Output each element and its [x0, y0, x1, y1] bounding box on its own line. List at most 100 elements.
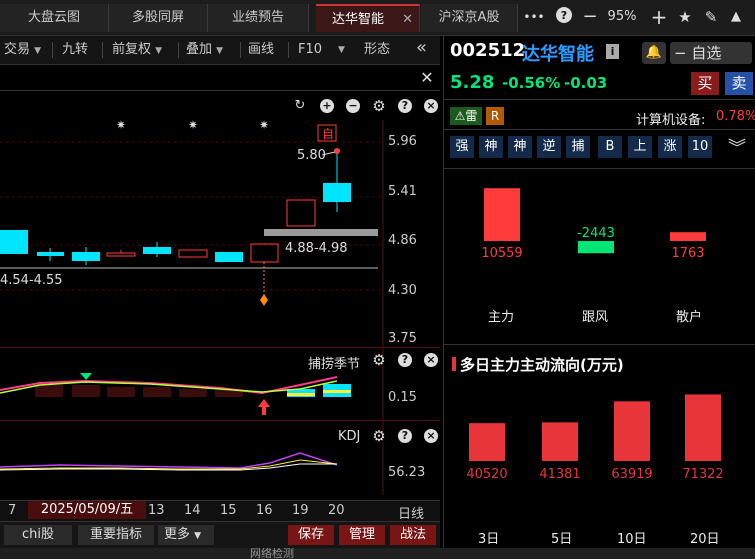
multi-day-bar [469, 423, 505, 461]
close-icon[interactable]: ✕ [402, 6, 413, 34]
warning-icon: ⚠ [454, 109, 466, 123]
expand-icon[interactable]: ▲ [725, 6, 747, 28]
tab-dahua[interactable]: 达华智能 ✕ [316, 4, 420, 32]
multi-day-bar [685, 394, 721, 461]
price-axis-label: 5.96 [388, 134, 417, 149]
flow-category-label: 散户 [676, 310, 703, 325]
help-icon[interactable]: ? [398, 353, 412, 367]
quick-button[interactable]: 神 [508, 136, 532, 158]
collapse-left-icon[interactable]: « [416, 38, 427, 58]
more-icon[interactable]: ••• [523, 6, 545, 28]
period-selector[interactable]: 日线 [398, 503, 424, 522]
tab-bar: 大盘云图 多股同屏 业绩预告 达华智能 ✕ 沪深京A股 ••• ? − 95% … [0, 0, 755, 36]
flow-category-label: 主力 [488, 310, 515, 325]
thunder-label: 雷 [465, 109, 478, 123]
flow-bar [484, 188, 520, 241]
trade-button[interactable]: 交易 ▼ [4, 40, 41, 60]
minus-icon[interactable]: − [579, 6, 601, 28]
price-axis-label: 4.86 [388, 233, 417, 248]
tab-multi-stock[interactable]: 多股同屏 [109, 4, 208, 32]
high-price-annotation: 5.80 [297, 148, 326, 163]
question-circle-icon: ? [556, 7, 572, 23]
indicator2-svg [0, 452, 338, 471]
expand-down-icon[interactable]: ︾ [728, 134, 746, 160]
multi-day-bar [542, 422, 578, 461]
help-icon[interactable]: ? [398, 429, 412, 443]
pencil-icon[interactable]: ✎ [700, 6, 722, 28]
overlay-button[interactable]: 叠加 ▼ [186, 40, 223, 60]
date-label: 15 [220, 503, 237, 518]
thunder-badge[interactable]: ⚠雷 [450, 107, 482, 125]
date-label: 19 [292, 503, 309, 518]
price-axis-label: 5.41 [388, 184, 417, 199]
close-icon[interactable]: × [424, 429, 438, 443]
sell-button[interactable]: 卖 [725, 72, 753, 95]
info-icon[interactable]: i [606, 44, 619, 59]
flow-value-label: 10559 [481, 246, 522, 261]
quick-button-row: 强 神 神 逆 捕 B 上 涨 10 ︾ [444, 134, 755, 164]
change-percent: -0.56% [502, 74, 561, 92]
f10-button[interactable]: F10 [298, 40, 322, 60]
star-icon[interactable]: ★ [674, 6, 696, 28]
quick-button[interactable]: 捕 [566, 136, 590, 158]
tactic-button[interactable]: 战法 [390, 525, 436, 545]
network-check[interactable]: 网络检测 [250, 548, 294, 559]
sector-name[interactable]: 计算机设备: [636, 109, 705, 128]
r-badge[interactable]: R [486, 107, 504, 125]
quick-button[interactable]: B [598, 136, 622, 158]
tab-a-shares[interactable]: 沪深京A股 [421, 4, 518, 32]
minus-icon: − [674, 44, 687, 62]
tab-label: 业绩预告 [231, 10, 284, 25]
quick-button[interactable]: 强 [450, 136, 474, 158]
more-button[interactable]: 更多 ▼ [158, 525, 214, 545]
gear-icon[interactable]: ⚙ [372, 429, 386, 444]
save-button[interactable]: 保存 [288, 525, 334, 545]
multi-day-category-label: 5日 [551, 532, 573, 547]
pattern-button[interactable]: 形态 [364, 40, 390, 60]
more-label: 更多 [164, 527, 191, 542]
tab-market-cloud[interactable]: 大盘云图 [0, 4, 109, 32]
draw-line-button[interactable]: 画线 [248, 40, 274, 60]
chi-stock-button[interactable]: chi股 [4, 525, 72, 545]
nine-turn-button[interactable]: 九转 [62, 40, 88, 60]
manage-button[interactable]: 管理 [339, 525, 385, 545]
quick-button[interactable]: 上 [628, 136, 652, 158]
quick-button[interactable]: 10 [688, 136, 712, 158]
multi-day-category-label: 10日 [617, 532, 647, 547]
chevron-down-icon: ▼ [194, 531, 202, 541]
kline-chart-area[interactable]: ✕ ↻ + − ⚙ ? × ✷ ✷ ✷ 自 5.80 4.88-4.98 4.5… [0, 65, 440, 500]
key-indicators-button[interactable]: 重要指标 [78, 525, 154, 545]
stock-info-panel: 002512 达华智能 i 🔔 − 自选 5.28 -0.56% -0.03 买… [443, 36, 755, 548]
chevron-down-icon[interactable]: ▼ [338, 40, 345, 60]
indicator2-name[interactable]: KDJ [338, 429, 360, 444]
date-axis: 7 2025/05/09/五 13 14 15 16 19 20 日线 [0, 500, 440, 522]
stock-code: 002512 [450, 40, 526, 61]
help-icon[interactable]: ? [553, 6, 575, 28]
add-self-select-button[interactable]: − 自选 [670, 42, 752, 64]
stock-name: 达华智能 [522, 44, 594, 65]
plus-icon[interactable]: + [648, 6, 670, 28]
multi-day-value-label: 40520 [466, 467, 507, 482]
zoom-level[interactable]: 95% [603, 6, 641, 28]
event-star-icon: ✷ [188, 118, 198, 132]
chevron-down-icon: ▼ [155, 46, 163, 56]
quick-button[interactable]: 涨 [658, 136, 682, 158]
sector-change: 0.78% [716, 109, 755, 124]
quick-button[interactable]: 神 [479, 136, 503, 158]
current-price: 5.28 [450, 72, 495, 93]
bell-icon[interactable]: 🔔 [642, 42, 666, 64]
tab-earnings-forecast[interactable]: 业绩预告 [208, 4, 309, 32]
flow-bar [670, 232, 706, 241]
flow-value-label: 1763 [671, 246, 704, 261]
flow-bar [578, 241, 614, 254]
quick-button[interactable]: 逆 [537, 136, 561, 158]
date-label: 13 [148, 503, 165, 518]
buy-button[interactable]: 买 [691, 72, 719, 95]
multi-day-value-label: 63919 [611, 467, 652, 482]
price-axis-label: 3.75 [388, 331, 417, 346]
restore-right-button[interactable]: 前复权 ▼ [112, 40, 162, 60]
flow-value-label: -2443 [577, 226, 615, 241]
chevron-down-icon: ▼ [216, 46, 224, 56]
event-star-icon: ✷ [259, 118, 269, 132]
close-icon[interactable]: × [424, 353, 438, 367]
